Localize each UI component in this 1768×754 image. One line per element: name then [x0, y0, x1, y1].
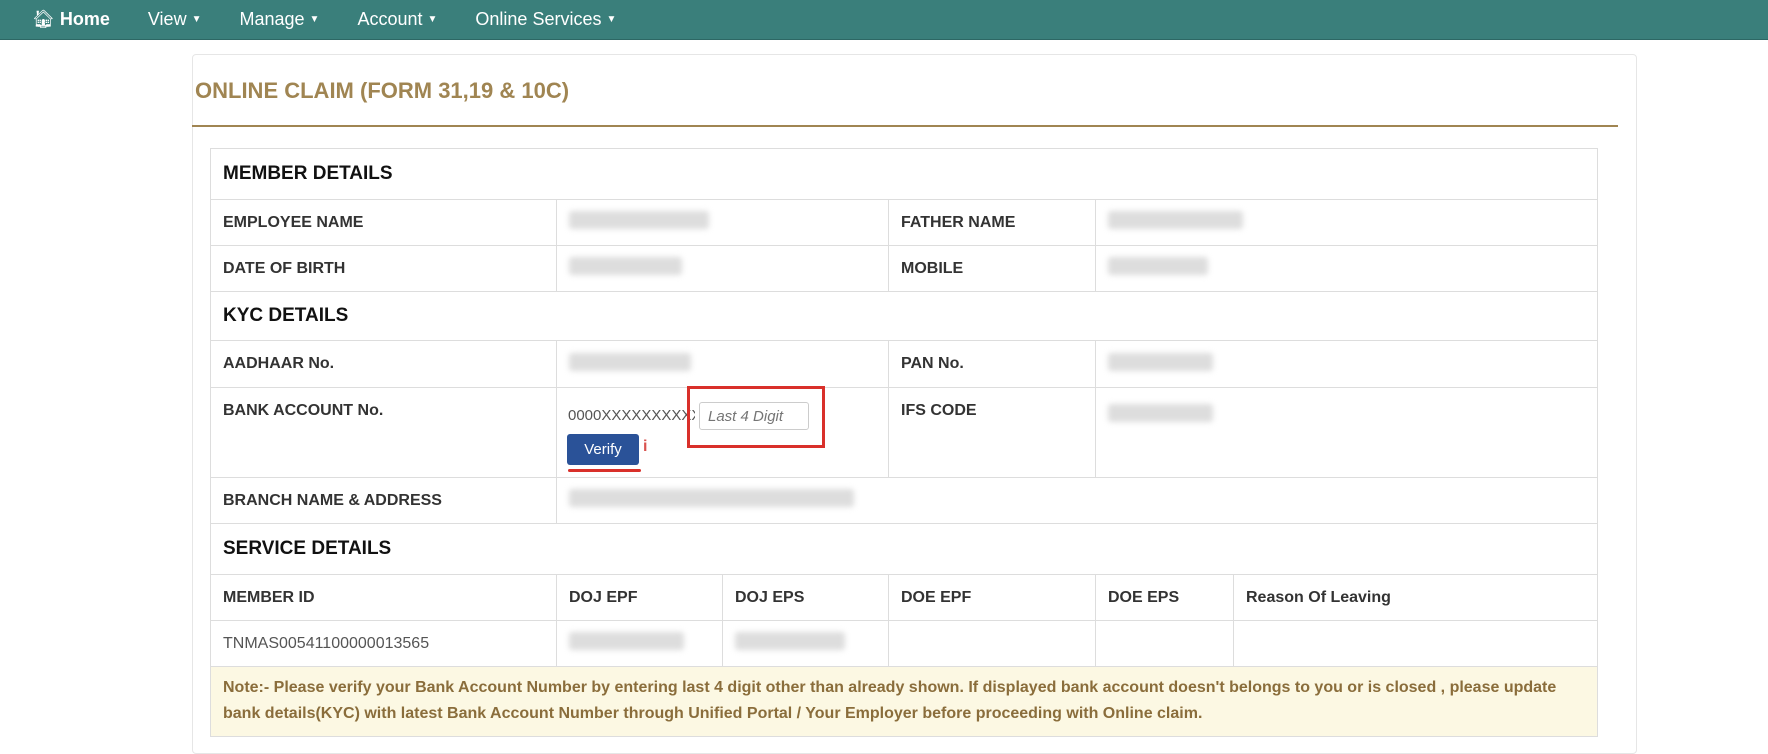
nav-home[interactable]: 🏠︎ Home [32, 9, 110, 30]
top-navbar: 🏠︎ Home View ▼ Manage ▼ Account ▼ Online Ser… [0, 0, 1768, 40]
caret-down-icon: ▼ [191, 14, 202, 25]
dob-value [556, 245, 889, 292]
col-doj-eps: DOJ EPS [722, 574, 889, 621]
col-doe-eps: DOE EPS [1095, 574, 1234, 621]
caret-down-icon: ▼ [606, 14, 617, 25]
mobile-value [1094, 245, 1599, 292]
doe-eps-value [1095, 620, 1234, 667]
doe-epf-value [888, 620, 1096, 667]
branch-label: BRANCH NAME & ADDRESS [210, 477, 557, 524]
member-details-heading: MEMBER DETAILS [209, 148, 1599, 200]
pan-label: PAN No. [888, 340, 1096, 388]
caret-down-icon: ▼ [427, 14, 438, 25]
nav-account[interactable]: Account ▼ [357, 9, 437, 30]
caret-down-icon: ▼ [309, 14, 320, 25]
table-row: TNMAS00541100000013565 [210, 620, 1599, 667]
col-member-id: MEMBER ID [210, 574, 557, 621]
mobile-label: MOBILE [888, 245, 1096, 292]
branch-value [555, 477, 1599, 524]
father-name-label: FATHER NAME [888, 199, 1096, 246]
claim-table: MEMBER DETAILS EMPLOYEE NAME FATHER NAME … [209, 148, 1599, 737]
service-details-heading: SERVICE DETAILS [209, 523, 1599, 575]
employee-name-label: EMPLOYEE NAME [210, 199, 557, 246]
bank-account-masked: 0000XXXXXXXXXX [568, 407, 695, 424]
pan-value [1094, 340, 1599, 388]
last-4-digit-input[interactable] [699, 402, 809, 430]
doj-epf-value [556, 620, 723, 667]
nav-manage[interactable]: Manage ▼ [239, 9, 319, 30]
page-title: ONLINE CLAIM (FORM 31,19 & 10C) [195, 78, 570, 103]
col-doe-epf: DOE EPF [888, 574, 1096, 621]
ifs-code-label: IFS CODE [888, 387, 1096, 478]
aadhaar-value [556, 340, 889, 388]
nav-online-services[interactable]: Online Services ▼ [475, 9, 616, 30]
dob-label: DATE OF BIRTH [210, 245, 557, 292]
kyc-details-heading: KYC DETAILS [209, 291, 1599, 341]
col-reason-of-leaving: Reason Of Leaving [1232, 574, 1599, 621]
verify-underline [568, 469, 641, 472]
father-name-value [1094, 199, 1599, 246]
col-doj-epf: DOJ EPF [556, 574, 723, 621]
bank-account-label: BANK ACCOUNT No. [210, 387, 557, 478]
note-text: Note:- Please verify your Bank Account N… [209, 666, 1599, 737]
aadhaar-label: AADHAAR No. [210, 340, 557, 388]
doj-eps-value [722, 620, 889, 667]
nav-view[interactable]: View ▼ [148, 9, 202, 30]
title-divider [192, 125, 1618, 127]
ifs-code-value [1094, 387, 1599, 478]
verify-button[interactable]: Verify [567, 434, 639, 465]
employee-name-value [556, 199, 889, 246]
member-id-value: TNMAS00541100000013565 [210, 620, 557, 667]
info-icon[interactable]: i [643, 438, 647, 456]
reason-value [1232, 620, 1599, 667]
home-icon: 🏠︎ [32, 9, 55, 29]
